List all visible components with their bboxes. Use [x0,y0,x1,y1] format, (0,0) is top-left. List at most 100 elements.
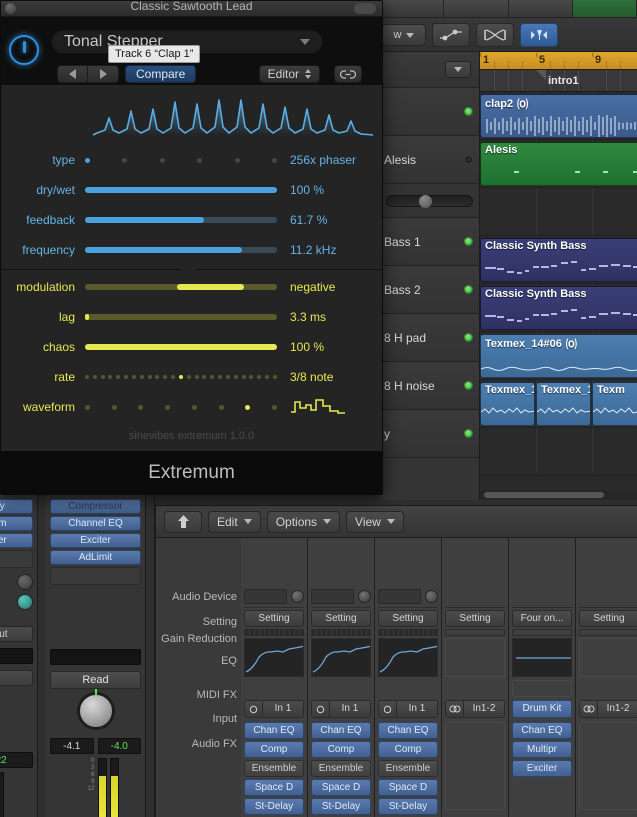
audio-fx-empty[interactable] [445,722,505,810]
param-dot-selector[interactable] [85,157,277,163]
mixer-channel-strip[interactable]: Setting In 1 Chan EQ Comp Ensemble Space D St-… [241,538,308,817]
audio-device-row[interactable] [311,586,371,608]
param-dot[interactable] [241,375,246,379]
param-dot[interactable] [249,375,254,379]
send-knob[interactable] [17,574,33,590]
prev-arrow-icon[interactable] [58,66,88,82]
input-slot[interactable]: In 1 [311,700,371,718]
mixer-channel-strip[interactable]: Setting In1-2 [442,538,509,817]
automation-icon[interactable] [432,23,470,47]
mixer-channel-strip[interactable]: Setting In 1 Chan EQ Comp Ensemble Space D St-… [375,538,442,817]
audio-device-field[interactable] [311,589,354,604]
toolbar-tab-active[interactable] [572,0,637,17]
param-control[interactable] [85,175,277,205]
view-menu-button[interactable]: View [346,510,404,533]
toolbar-tab[interactable] [380,0,445,17]
power-icon[interactable] [9,35,39,65]
audio-fx-slot[interactable]: Chan EQ [512,722,572,739]
midi-fx-slot[interactable] [311,680,371,697]
param-dot[interactable] [271,404,277,410]
inserts-slot[interactable]: Compressor [50,499,141,514]
audio-device-knob[interactable] [425,590,438,603]
param-dot[interactable] [186,375,191,379]
input-slot[interactable]: Drum Kit [512,700,572,718]
audio-device-field[interactable] [378,589,421,604]
region[interactable]: Texmex_1: [536,382,591,426]
eq-thumbnail[interactable] [512,638,572,677]
input-slot[interactable]: In1-2 [445,700,505,718]
track-header[interactable]: y [380,410,479,458]
input-slot[interactable]: In 1 [244,700,304,718]
setting-button[interactable]: Setting [579,610,637,627]
param-dot[interactable] [178,375,183,379]
setting-button[interactable]: Four on... [512,610,572,627]
param-dot[interactable] [234,157,240,163]
plugin-window[interactable]: Classic Sawtooth Lead Tonal Stepper Comp… [0,0,383,495]
param-dot[interactable] [272,375,277,379]
param-control[interactable] [85,272,277,302]
audio-fx-slot[interactable]: Space D [311,779,371,796]
param-dot-selector[interactable] [85,404,277,410]
next-arrow-icon[interactable] [88,66,118,82]
region[interactable]: Alesis [480,142,637,186]
marker-intro1[interactable]: intro1 [536,70,579,92]
options-menu-button[interactable]: Options [266,510,341,533]
marker-lane[interactable]: intro1 [480,70,637,92]
param-dot[interactable] [138,404,144,410]
param-control[interactable] [85,235,277,265]
param-dot[interactable] [85,404,90,410]
audio-fx-slot[interactable]: Comp [244,741,304,758]
track-header[interactable]: Alesis [380,136,479,184]
region-lane[interactable]: Texmex_14#06 ⒪ [480,332,637,380]
audio-device-row[interactable] [244,586,304,608]
param-control[interactable] [85,145,277,175]
audio-fx-slot[interactable]: Comp [378,741,438,758]
param-dot-selector[interactable] [85,375,277,379]
param-dot[interactable] [131,375,136,379]
param-slider[interactable] [85,187,277,193]
audio-fx-slot[interactable]: Exciter [512,760,572,777]
automation-mode-button[interactable]: Read [50,671,141,689]
param-dot[interactable] [85,157,90,163]
eq-slot-empty[interactable] [579,638,637,677]
param-dot[interactable] [265,375,270,379]
param-dot[interactable] [159,157,165,163]
name-field[interactable] [0,648,33,664]
param-control[interactable] [85,362,277,392]
audio-fx-slot[interactable]: Comp [311,741,371,758]
param-dot[interactable] [163,375,168,379]
track-record-led[interactable] [464,107,473,116]
audio-fx-slot[interactable]: Space D [244,779,304,796]
param-dot[interactable] [100,375,105,379]
param-dot[interactable] [171,375,176,379]
region[interactable]: Texmex_14#06 ⒪ [480,334,637,378]
region-lane[interactable] [480,428,637,476]
param-dot[interactable] [210,375,215,379]
audio-device-knob[interactable] [358,590,371,603]
param-dot[interactable] [225,375,230,379]
audio-fx-slot[interactable]: Ensemble [311,760,371,777]
inserts-empty-slot[interactable] [50,567,141,585]
region[interactable]: Texmex_1: [480,382,535,426]
name-field[interactable] [50,649,141,665]
input-slot[interactable]: In1-2 [579,700,637,718]
edit-menu-button[interactable]: Edit [208,510,261,533]
track-record-led[interactable] [464,155,473,164]
param-dot[interactable] [122,157,128,163]
inserts-slot[interactable]: um [0,516,33,531]
midi-fx-slot[interactable] [579,680,637,697]
setting-button[interactable]: Setting [445,610,505,627]
inserts-slot[interactable]: AdLimit [50,550,141,565]
chevron-down-icon[interactable] [445,61,471,78]
param-control[interactable] [85,392,277,422]
eq-thumbnail[interactable] [378,638,438,677]
track-header[interactable]: Bass 1 [380,218,479,266]
flex-icon[interactable] [476,23,514,47]
region[interactable]: Texm [592,382,637,426]
param-dot[interactable] [191,404,197,410]
audio-fx-empty[interactable] [579,722,637,810]
param-dot[interactable] [124,375,129,379]
link-icon[interactable] [334,65,362,83]
param-dot[interactable] [271,157,277,163]
inserts-slot[interactable]: Exciter [50,533,141,548]
